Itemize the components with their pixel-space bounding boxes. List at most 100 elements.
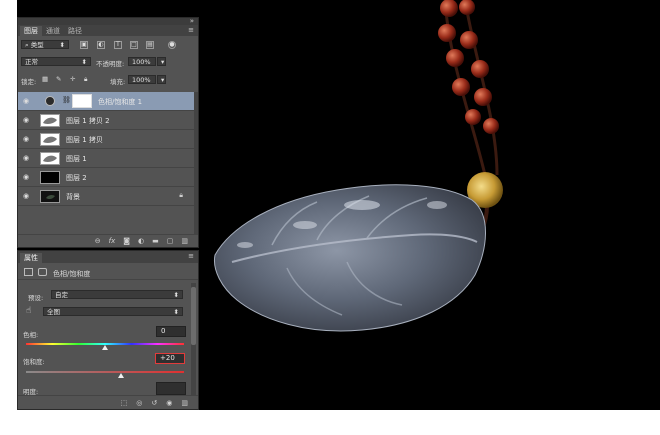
chevron-down-icon: ⬍ [81, 58, 87, 66]
opacity-value: 100% [132, 58, 151, 66]
trash-icon[interactable]: ▥ [181, 237, 188, 245]
layer-name: 图层 2 [66, 174, 87, 182]
properties-tabs: 属性 ≡ [18, 251, 198, 263]
layers-scrollbar[interactable] [194, 92, 198, 242]
layer-row[interactable]: ◉ 背景 🔒︎ [18, 187, 198, 206]
link-icon[interactable]: ⊖ [95, 237, 101, 245]
layer-list: ◉ ⛓ 色相/饱和度 1 ◉ 图层 1 拷贝 2 ◉ 图层 1 拷贝 ◉ 图层 … [18, 92, 198, 206]
hue-value: 0 [161, 327, 166, 335]
layers-tabs: 图层 通道 路径 ≡ [18, 25, 198, 36]
saturation-input[interactable]: +20 [155, 353, 185, 364]
collapse-icon[interactable]: » [190, 17, 194, 25]
properties-scrollbar[interactable] [191, 283, 196, 398]
fill-dropdown-button[interactable]: ▾ [157, 75, 166, 84]
folder-icon[interactable]: ▬ [152, 237, 159, 245]
tab-paths[interactable]: 路径 [64, 26, 86, 36]
lock-position-icon[interactable]: ✛ [70, 75, 75, 83]
fill-label: 填充: [110, 78, 126, 86]
channel-select[interactable]: 全图 ⬍ [43, 307, 183, 316]
visibility-eye-icon[interactable]: ◉ [23, 154, 32, 162]
layer-row[interactable]: ◉ 图层 1 拷贝 2 [18, 111, 198, 130]
layer-thumbnail [40, 133, 60, 146]
lock-all-icon[interactable]: 🔒︎ [84, 75, 87, 84]
channel-value: 全图 [47, 308, 60, 316]
shape-filter-icon[interactable]: □ [130, 41, 138, 49]
preset-label: 预设: [28, 294, 44, 302]
panel-menu-icon[interactable]: ≡ [188, 252, 194, 260]
adjustment-layer-icon [45, 96, 55, 106]
chevron-down-icon: ⬍ [173, 291, 179, 299]
visibility-eye-icon[interactable]: ◉ [23, 116, 32, 124]
visibility-eye-icon[interactable]: ◉ [23, 192, 32, 200]
chevron-down-icon: ⬍ [59, 41, 65, 49]
visibility-icon[interactable]: ◉ [166, 399, 172, 407]
chain-link-icon[interactable]: ⛓ [62, 96, 71, 104]
fx-icon[interactable]: fx [109, 237, 116, 245]
layer-name: 背景 [66, 193, 80, 201]
visibility-eye-icon[interactable]: ◉ [23, 97, 32, 105]
smart-filter-icon[interactable]: ▤ [146, 41, 154, 49]
view-previous-icon[interactable]: ◎ [136, 399, 142, 407]
layers-bottom-bar: ⊖ fx ◙ ◐ ▬ ▢ ▥ [18, 234, 198, 247]
new-layer-icon[interactable]: ▢ [167, 237, 174, 245]
layer-thumbnail [40, 190, 60, 203]
fill-value: 100% [132, 76, 151, 84]
hand-tool-icon[interactable]: ☝ [26, 306, 31, 316]
layer-thumbnail [40, 171, 60, 184]
visibility-eye-icon[interactable]: ◉ [23, 135, 32, 143]
layer-name: 图层 1 拷贝 [66, 136, 103, 144]
opacity-dropdown-button[interactable]: ▾ [157, 57, 166, 66]
saturation-slider-track[interactable] [26, 371, 184, 373]
kind-filter-select[interactable]: ⌕ 类型 ⬍ [21, 40, 69, 49]
adjustment-filter-icon[interactable]: ◐ [97, 41, 105, 49]
trash-icon[interactable]: ▥ [181, 399, 188, 407]
filter-toggle-icon[interactable]: ● [168, 41, 176, 49]
lock-transparent-icon[interactable]: ▦ [42, 75, 48, 83]
layer-name: 色相/饱和度 1 [98, 98, 143, 106]
properties-title: 色相/饱和度 [53, 270, 91, 278]
image-filter-icon[interactable]: ▣ [80, 41, 88, 49]
layer-thumbnail [40, 152, 60, 165]
layer-thumbnail [40, 114, 60, 127]
hue-label: 色相: [23, 331, 39, 339]
layer-row[interactable]: ◉ 图层 1 拷贝 [18, 130, 198, 149]
scrollbar-thumb[interactable] [191, 287, 196, 345]
lock-icon: 🔒︎ [179, 191, 183, 199]
tab-properties[interactable]: 属性 [20, 253, 42, 263]
tab-channels[interactable]: 通道 [42, 26, 64, 36]
layer-row[interactable]: ◉ 图层 1 [18, 149, 198, 168]
saturation-label: 饱和度: [23, 358, 45, 366]
hue-slider-thumb[interactable] [102, 345, 108, 350]
saturation-slider-thumb[interactable] [117, 373, 124, 378]
clip-icon[interactable]: ⬚ [121, 399, 128, 407]
preset-select[interactable]: 自定 ⬍ [51, 290, 183, 299]
blend-mode-select[interactable]: 正常 ⬍ [21, 57, 91, 66]
fill-input[interactable]: 100% [128, 75, 156, 84]
adjustment-icon[interactable]: ◐ [138, 237, 144, 245]
blend-mode-value: 正常 [25, 58, 38, 66]
chevron-down-icon: ⬍ [173, 308, 179, 316]
lock-pixels-icon[interactable]: ✎ [56, 75, 61, 83]
type-filter-icon[interactable]: T [114, 41, 122, 49]
layer-mask-thumbnail[interactable] [72, 94, 92, 108]
hue-input[interactable]: 0 [156, 326, 186, 337]
lightness-input[interactable] [156, 382, 186, 395]
panel-menu-icon[interactable]: ≡ [188, 26, 194, 34]
visibility-eye-icon[interactable]: ◉ [23, 173, 32, 181]
properties-panel: 属性 ≡ 色相/饱和度 预设: 自定 ⬍ ☝ 全图 ⬍ 色相: 0 饱和度: +… [17, 250, 199, 410]
panel-header[interactable]: » [18, 17, 198, 25]
mask-thumbnail-icon [38, 268, 47, 276]
opacity-input[interactable]: 100% [128, 57, 156, 66]
properties-header: 色相/饱和度 [18, 264, 198, 280]
search-icon: ⌕ [25, 41, 29, 49]
tab-layers[interactable]: 图层 [20, 26, 42, 36]
layer-row-hue-saturation[interactable]: ◉ ⛓ 色相/饱和度 1 [18, 92, 198, 111]
reset-icon[interactable]: ↺ [151, 399, 157, 407]
adjustment-type-icon [24, 268, 33, 276]
opacity-label: 不透明度: [96, 60, 125, 68]
layer-row[interactable]: ◉ 图层 2 [18, 168, 198, 187]
mask-icon[interactable]: ◙ [123, 237, 130, 245]
layer-name: 图层 1 [66, 155, 87, 163]
layers-panel: » 图层 通道 路径 ≡ ⌕ 类型 ⬍ ▣ ◐ T □ ▤ ● 正常 ⬍ 不透明… [17, 17, 199, 248]
filter-row: ⌕ 类型 ⬍ ▣ ◐ T □ ▤ ● [18, 38, 198, 52]
